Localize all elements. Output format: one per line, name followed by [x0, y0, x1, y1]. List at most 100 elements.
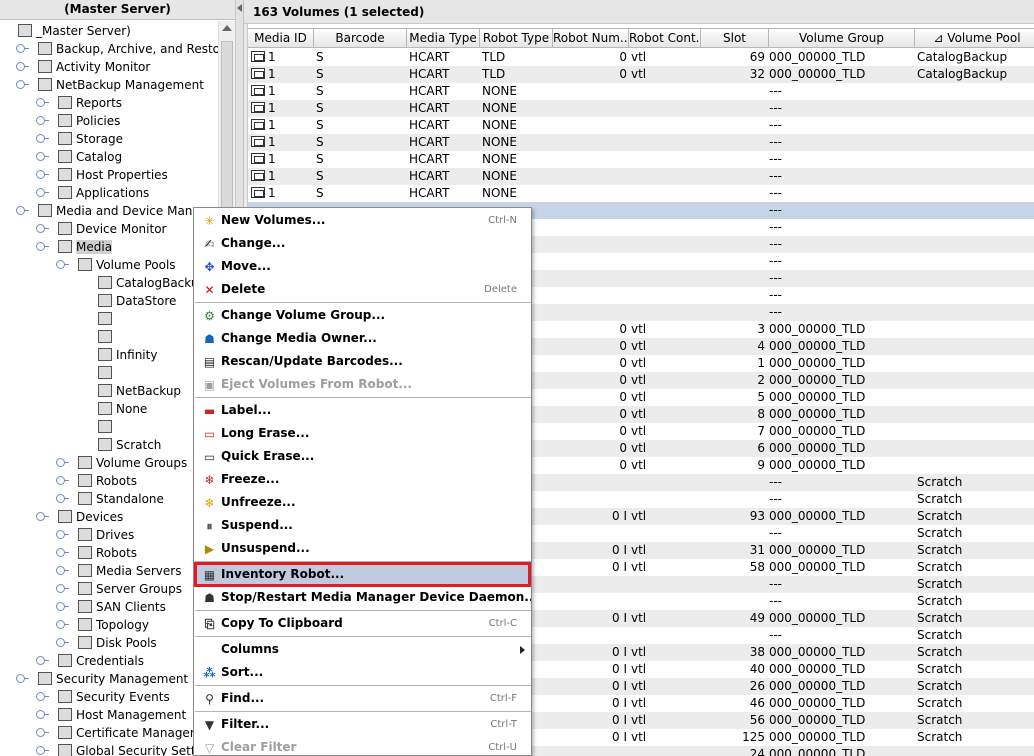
tree-node[interactable]: Robots	[78, 544, 137, 562]
table-row[interactable]: 1 S HCART NONE ---	[248, 83, 1034, 100]
table-row[interactable]: 1 S HCART TLD 0 vtl 32 000_00000_TLD CatalogBack…	[248, 66, 1034, 83]
tree-node[interactable]: Disk Pools	[78, 634, 157, 652]
expand-toggle-icon[interactable]	[56, 530, 69, 539]
menu-item[interactable]: ✍ Change...	[194, 232, 531, 255]
collapse-left-icon[interactable]	[237, 4, 242, 12]
expand-toggle-icon[interactable]	[36, 710, 49, 719]
expand-toggle-icon[interactable]	[16, 80, 29, 89]
menu-item[interactable]: ⏸ Suspend...	[194, 514, 531, 537]
column-header[interactable]: ⊿ Volume Pool	[915, 28, 1034, 48]
table-row[interactable]: 1 S HCART NONE ---	[248, 151, 1034, 168]
tree-node[interactable]: _Master Server)	[18, 22, 131, 40]
expand-toggle-icon[interactable]	[36, 692, 49, 701]
expand-toggle-icon[interactable]	[56, 458, 69, 467]
menu-item[interactable]: ❄ Unfreeze...	[194, 491, 531, 514]
menu-item[interactable]: ▤ Rescan/Update Barcodes...	[194, 350, 531, 373]
expand-toggle-icon[interactable]	[36, 98, 49, 107]
menu-item[interactable]: Columns	[194, 638, 531, 661]
tree-node[interactable]: Robots	[78, 472, 137, 490]
tree-node[interactable]	[98, 418, 116, 436]
table-row[interactable]: 1 S HCART NONE ---	[248, 100, 1034, 117]
tree-node[interactable]: Backup, Archive, and Restore	[38, 40, 218, 58]
column-header[interactable]: Volume Group	[769, 28, 915, 48]
expand-toggle-icon[interactable]	[36, 188, 49, 197]
menu-item[interactable]: ☗ Change Media Owner...	[194, 327, 531, 350]
menu-item[interactable]: ▼ Filter... Ctrl-T	[194, 713, 531, 736]
menu-item[interactable]: ▭ Long Erase...	[194, 422, 531, 445]
tree-node[interactable]: Catalog	[58, 148, 122, 166]
expand-toggle-icon[interactable]	[36, 656, 49, 665]
tree-node[interactable]: Media Servers	[78, 562, 181, 580]
expand-toggle-icon[interactable]	[56, 476, 69, 485]
tree-node[interactable]: Scratch	[98, 436, 161, 454]
expand-toggle-icon[interactable]	[36, 134, 49, 143]
tree-node[interactable]: None	[98, 400, 147, 418]
tree-node[interactable]: SAN Clients	[78, 598, 166, 616]
expand-toggle-icon[interactable]	[16, 44, 29, 53]
tree-node[interactable]	[98, 364, 116, 382]
column-header[interactable]: Barcode	[314, 28, 407, 48]
menu-item[interactable]: ▭ Quick Erase...	[194, 445, 531, 468]
expand-toggle-icon[interactable]	[16, 674, 29, 683]
column-header[interactable]: Robot Type	[480, 28, 553, 48]
tree-node[interactable]: NetBackup	[98, 382, 181, 400]
menu-item[interactable]: ☗ Stop/Restart Media Manager Device Daemo…	[194, 586, 531, 609]
expand-toggle-icon[interactable]	[56, 584, 69, 593]
tree-node[interactable]	[98, 310, 116, 328]
column-header[interactable]: Media ID	[248, 28, 314, 48]
tree-node[interactable]: Security Management	[38, 670, 188, 688]
expand-toggle-icon[interactable]	[36, 512, 49, 521]
tree-node[interactable]: DataStore	[98, 292, 176, 310]
column-header[interactable]: Robot Num...	[553, 28, 629, 48]
expand-toggle-icon[interactable]	[16, 206, 29, 215]
tree-node[interactable]: Reports	[58, 94, 122, 112]
tree-node[interactable]: Applications	[58, 184, 149, 202]
menu-item[interactable]: ▬ Label...	[194, 399, 531, 422]
tree-node[interactable]: Volume Groups	[78, 454, 187, 472]
column-header[interactable]: Robot Cont...	[629, 28, 701, 48]
expand-toggle-icon[interactable]	[36, 116, 49, 125]
expand-toggle-icon[interactable]	[36, 728, 49, 737]
expand-toggle-icon[interactable]	[56, 638, 69, 647]
table-row[interactable]: 1 S HCART NONE ---	[248, 168, 1034, 185]
tree-node[interactable]: Media	[58, 238, 113, 256]
expand-toggle-icon[interactable]	[16, 62, 29, 71]
menu-item[interactable]: ✕ Delete Delete	[194, 278, 531, 301]
menu-item[interactable]: ❄ Freeze...	[194, 468, 531, 491]
expand-toggle-icon[interactable]	[56, 548, 69, 557]
tree-node[interactable]: Drives	[78, 526, 134, 544]
expand-toggle-icon[interactable]	[56, 620, 69, 629]
column-header[interactable]: Slot	[701, 28, 769, 48]
tree-node[interactable]: Infinity	[98, 346, 157, 364]
tree-node[interactable]: Host Properties	[58, 166, 168, 184]
tree-node[interactable]: CatalogBackup	[98, 274, 206, 292]
expand-toggle-icon[interactable]	[36, 170, 49, 179]
expand-toggle-icon[interactable]	[36, 152, 49, 161]
tree-node[interactable]: Activity Monitor	[38, 58, 150, 76]
tree-node[interactable]: Storage	[58, 130, 123, 148]
tree-node[interactable]: Host Management	[58, 706, 186, 724]
expand-toggle-icon[interactable]	[56, 494, 69, 503]
expand-toggle-icon[interactable]	[36, 746, 49, 755]
expand-toggle-icon[interactable]	[56, 260, 69, 269]
table-row[interactable]: 1 S HCART NONE ---	[248, 185, 1034, 202]
tree-node[interactable]: Devices	[58, 508, 123, 526]
table-row[interactable]: 1 S HCART TLD 0 vtl 69 000_00000_TLD CatalogBack…	[248, 49, 1034, 66]
tree-node[interactable]	[98, 328, 116, 346]
expand-toggle-icon[interactable]	[56, 602, 69, 611]
tree-node[interactable]: Volume Pools	[78, 256, 176, 274]
table-row[interactable]: 1 S HCART NONE ---	[248, 117, 1034, 134]
table-row[interactable]: 1 S HCART NONE ---	[248, 134, 1034, 151]
menu-item[interactable]: ⎘ Copy To Clipboard Ctrl-C	[194, 612, 531, 635]
tree-node[interactable]: Standalone	[78, 490, 164, 508]
tree-node[interactable]: Security Events	[58, 688, 170, 706]
tree-node[interactable]: Topology	[78, 616, 149, 634]
column-header[interactable]: Media Type	[407, 28, 480, 48]
tree-node[interactable]: Server Groups	[78, 580, 182, 598]
tree-node[interactable]: Device Monitor	[58, 220, 166, 238]
expand-toggle-icon[interactable]	[36, 224, 49, 233]
menu-item[interactable]: ⚙ Change Volume Group...	[194, 304, 531, 327]
menu-item[interactable]: ✳ New Volumes... Ctrl-N	[194, 209, 531, 232]
scroll-up-arrow-icon[interactable]	[222, 25, 232, 31]
menu-item[interactable]: ✥ Move...	[194, 255, 531, 278]
